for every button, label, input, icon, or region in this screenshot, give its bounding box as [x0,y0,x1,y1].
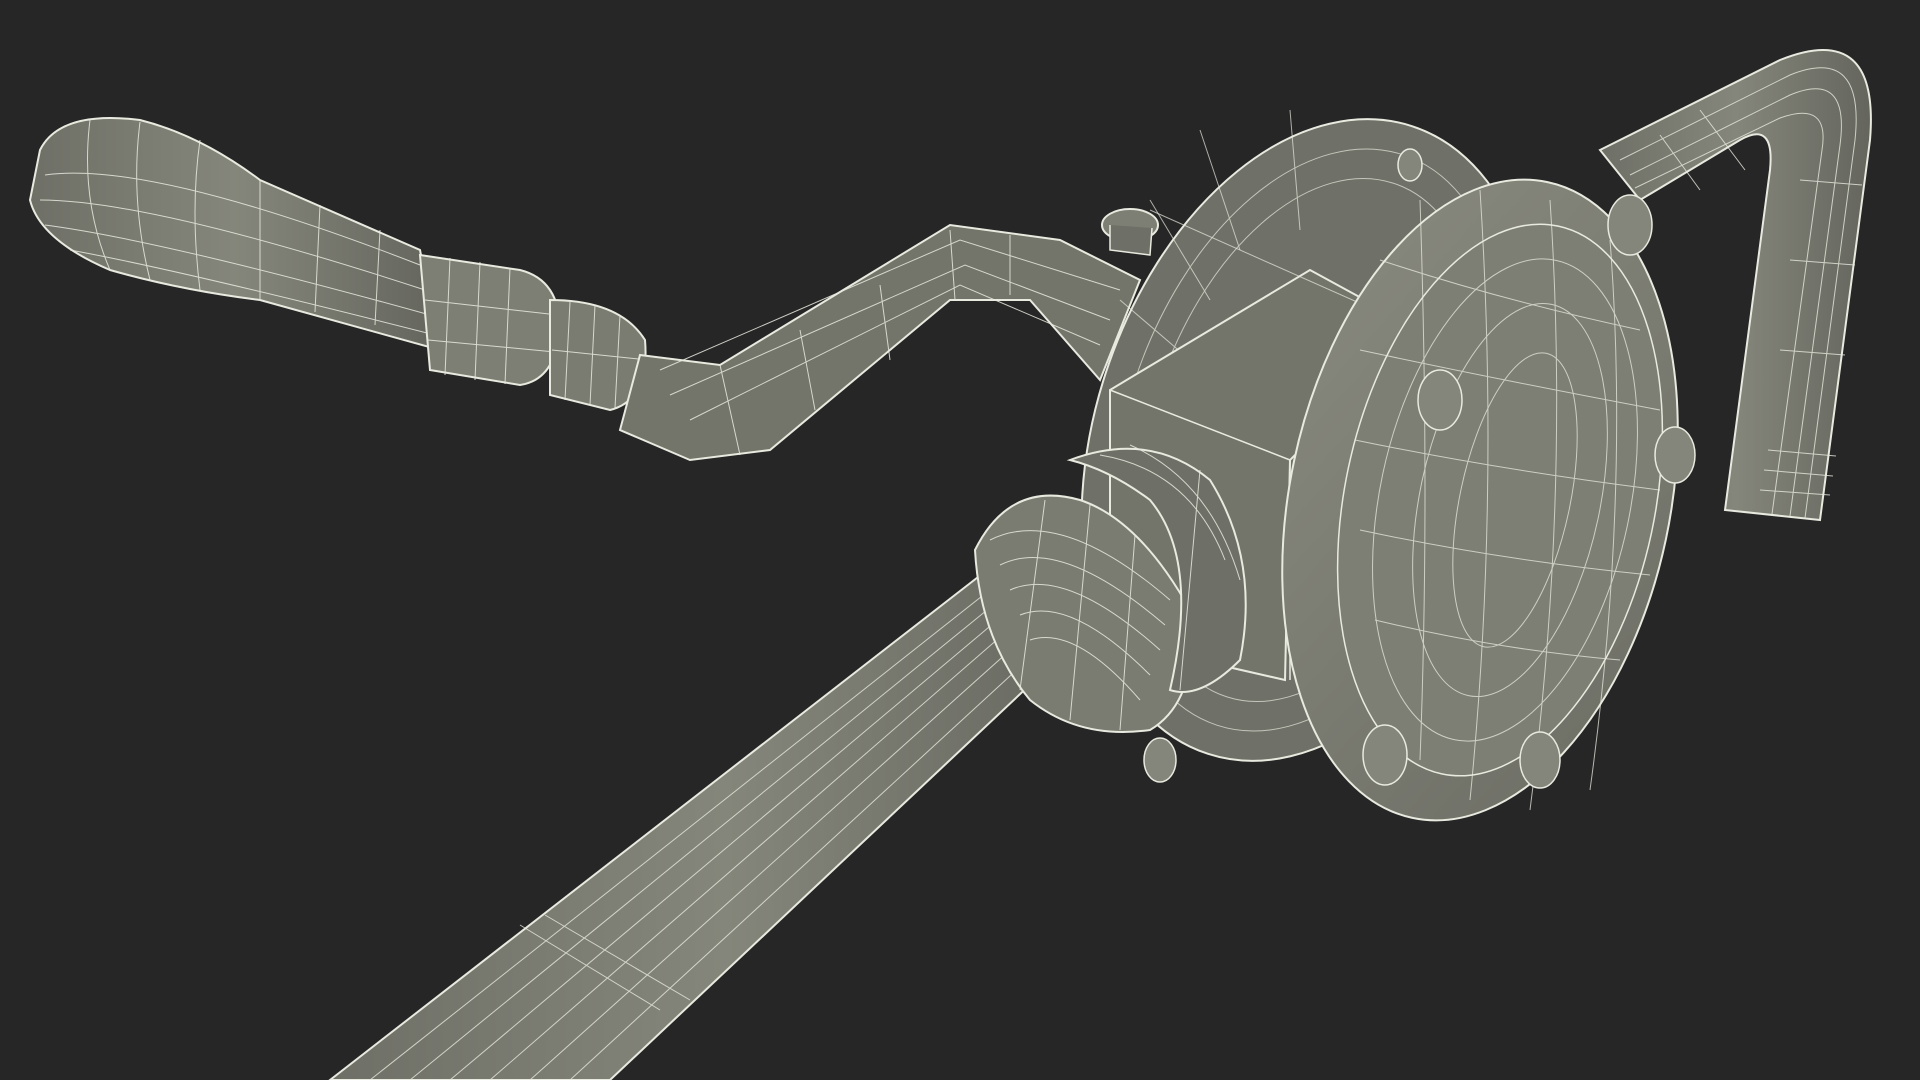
rotary-barrel-pump-wireframe [28,49,1872,1080]
crank-handle-grip [28,117,649,412]
crank-arm [618,208,1159,462]
render-viewport [0,0,1920,1080]
